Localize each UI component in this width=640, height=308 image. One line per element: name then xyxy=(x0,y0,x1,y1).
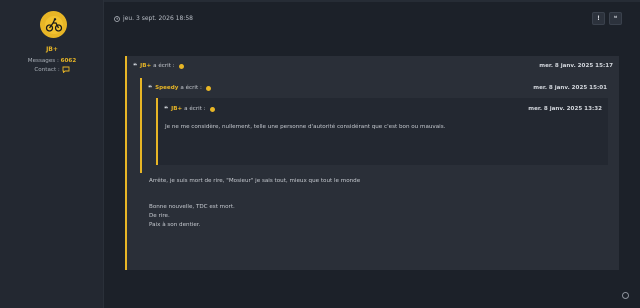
quote-inner-header: ❝ JB+ a écrit : xyxy=(164,105,215,113)
quote-middle-header: ❝ Speedy a écrit : xyxy=(148,84,211,92)
report-icon: ! xyxy=(597,15,600,22)
quote-icon: ❝ xyxy=(613,15,618,22)
quote-middle-author[interactable]: Speedy xyxy=(155,85,178,91)
quote-inner: ❝ JB+ a écrit : mer. 8 janv. 2025 13:32 … xyxy=(156,98,608,165)
chat-bubble-icon[interactable] xyxy=(62,66,70,73)
quote-inner-wrote: a écrit : xyxy=(184,106,206,112)
quote-inner-text: Je ne me considère, nullement, telle une… xyxy=(165,124,446,130)
quote-middle-date: mer. 8 janv. 2025 15:01 xyxy=(533,85,607,91)
profile-panel: JB+ Messages : 6062 Contact : xyxy=(0,0,104,308)
circle-arrow-icon[interactable] xyxy=(205,85,211,91)
quote-outer-line: De rire. xyxy=(149,213,170,219)
report-button[interactable]: ! xyxy=(592,12,605,25)
quote-outer: ❝ JB+ a écrit : mer. 8 janv. 2025 15:17 … xyxy=(125,56,619,270)
messages-count[interactable]: 6062 xyxy=(61,58,77,64)
quote-outer-line: Arrête, je suis mort de rire, "Mosieur" … xyxy=(149,178,361,184)
circle-arrow-icon[interactable] xyxy=(209,106,215,112)
avatar[interactable] xyxy=(40,11,67,38)
quote-outer-line: Bonne nouvelle, TDC est mort. xyxy=(149,204,235,210)
post-date-text: jeu. 3 sept. 2026 18:58 xyxy=(123,15,193,22)
circle-arrow-icon[interactable] xyxy=(622,292,629,299)
post-date[interactable]: jeu. 3 sept. 2026 18:58 xyxy=(114,15,193,22)
messages-label: Messages : xyxy=(27,58,59,64)
bike-icon xyxy=(44,15,63,34)
quote-middle-wrote: a écrit : xyxy=(180,85,202,91)
clock-icon xyxy=(114,15,120,22)
quote-icon: ❝ xyxy=(133,62,138,70)
circle-arrow-icon[interactable] xyxy=(178,63,184,69)
quote-outer-line: Paix à son dentier. xyxy=(149,222,201,228)
quote-outer-header: ❝ JB+ a écrit : xyxy=(133,62,184,70)
quote-icon: ❝ xyxy=(164,105,169,113)
quote-icon: ❝ xyxy=(148,84,153,92)
quote-inner-date: mer. 8 janv. 2025 13:32 xyxy=(528,106,602,112)
quote-outer-wrote: a écrit : xyxy=(153,63,175,69)
quote-inner-author[interactable]: JB+ xyxy=(171,106,182,112)
contact-label: Contact : xyxy=(34,67,60,73)
profile-username[interactable]: JB+ xyxy=(0,46,104,53)
contact-stat: Contact : xyxy=(0,66,104,73)
quote-middle: ❝ Speedy a écrit : mer. 8 janv. 2025 15:… xyxy=(140,78,613,173)
quote-outer-date: mer. 8 janv. 2025 15:17 xyxy=(539,63,613,69)
quote-button[interactable]: ❝ xyxy=(609,12,622,25)
quote-outer-author[interactable]: JB+ xyxy=(140,63,151,69)
messages-stat: Messages : 6062 xyxy=(0,58,104,64)
